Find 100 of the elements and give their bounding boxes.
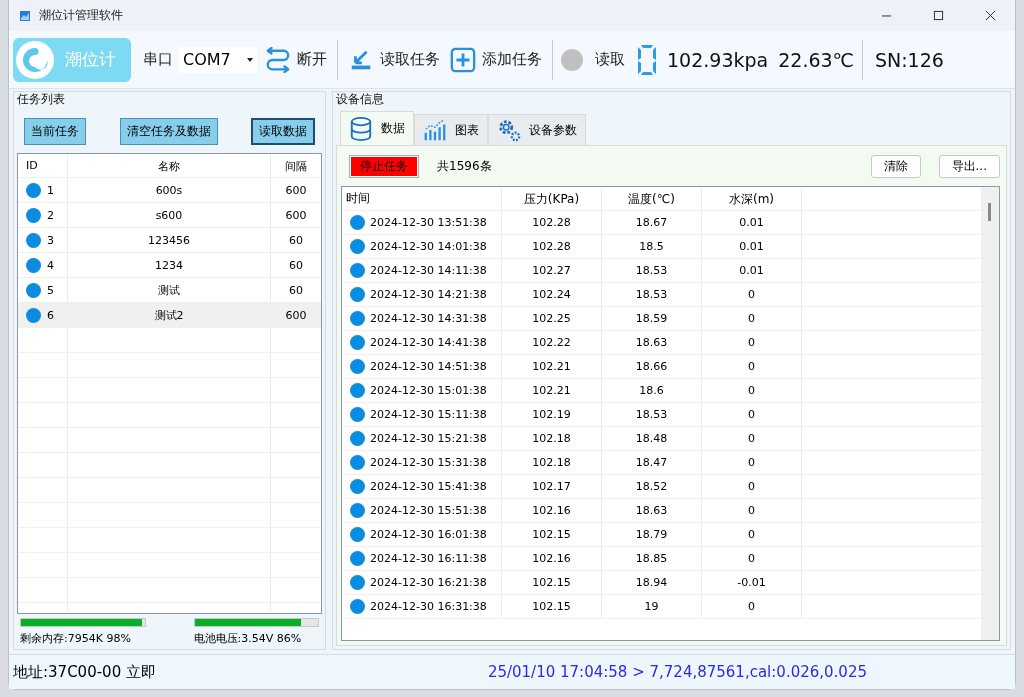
add-task-button[interactable]: 添加任务 bbox=[448, 46, 544, 73]
scrollbar[interactable] bbox=[981, 187, 999, 640]
task-action-button[interactable]: 当前任务 bbox=[24, 118, 86, 145]
port-label: 串口 bbox=[143, 50, 173, 69]
column-header[interactable]: 温度(℃) bbox=[602, 187, 702, 210]
status-dot-icon bbox=[350, 455, 365, 470]
table-cell: 18.67 bbox=[602, 211, 702, 234]
table-cell: 0 bbox=[702, 499, 802, 522]
table-cell: 18.94 bbox=[602, 571, 702, 594]
status-dot-icon bbox=[350, 527, 365, 542]
read-label: 读取 bbox=[595, 50, 625, 69]
table-cell: 18.59 bbox=[602, 307, 702, 330]
task-row[interactable]: 3 123456 60 bbox=[18, 228, 321, 253]
table-cell: 0.01 bbox=[702, 259, 802, 282]
logo-text: 潮位计 bbox=[65, 48, 116, 71]
status-dot-icon bbox=[26, 207, 41, 223]
status-dot-icon bbox=[350, 359, 365, 374]
table-cell: 102.17 bbox=[502, 475, 602, 498]
port-dropdown[interactable]: COM7 bbox=[179, 46, 257, 73]
status-dot-icon bbox=[350, 335, 365, 350]
table-cell: 102.28 bbox=[502, 211, 602, 234]
task-row[interactable]: 1 600s 600 bbox=[18, 178, 321, 203]
table-cell: 18.85 bbox=[602, 547, 702, 570]
table-cell: 18.5 bbox=[602, 235, 702, 258]
table-cell-text: 600 bbox=[284, 208, 308, 224]
clear-button[interactable]: 清除 bbox=[870, 154, 921, 178]
table-cell: 18.6 bbox=[602, 379, 702, 402]
read-tasks-button[interactable]: 读取任务 bbox=[346, 46, 442, 73]
table-cell: 2024-12-30 16:21:38 bbox=[370, 576, 487, 589]
table-cell: 18.53 bbox=[602, 403, 702, 426]
tab[interactable]: 图表 bbox=[414, 114, 488, 145]
status-indicator-icon bbox=[561, 48, 583, 71]
window-title: 潮位计管理软件 bbox=[39, 7, 123, 24]
status-dot-icon bbox=[26, 182, 41, 198]
group-title: 任务列表 bbox=[17, 91, 66, 108]
memory-label: 剩余内存:7954K 98% bbox=[20, 631, 132, 646]
status-dot-icon bbox=[350, 503, 365, 518]
battery-label: 电池电压:3.54V 86% bbox=[193, 631, 303, 646]
table-cell: 102.15 bbox=[502, 595, 602, 618]
group-title: 设备信息 bbox=[336, 91, 385, 108]
stop-task-button[interactable]: 停止任务 bbox=[349, 154, 419, 178]
serial-number: SN:126 bbox=[874, 48, 944, 71]
maximize-icon[interactable] bbox=[933, 10, 944, 21]
status-dot-icon bbox=[350, 383, 365, 398]
pressure-reading: 102.93kpa bbox=[667, 48, 769, 71]
table-cell: 102.18 bbox=[502, 427, 602, 450]
table-cell: 2024-12-30 14:31:38 bbox=[370, 312, 487, 325]
status-dot-icon bbox=[26, 307, 41, 323]
task-row[interactable]: 4 1234 60 bbox=[18, 253, 321, 278]
table-cell: 0 bbox=[702, 547, 802, 570]
column-header[interactable]: 时间 bbox=[342, 187, 502, 210]
task-row[interactable]: 2 s600 600 bbox=[18, 203, 321, 228]
status-dot-icon bbox=[350, 599, 365, 614]
table-cell: 2024-12-30 16:01:38 bbox=[370, 528, 487, 541]
table-cell: -0.01 bbox=[702, 571, 802, 594]
table-cell: 6 bbox=[47, 308, 54, 322]
wave-logo-icon bbox=[15, 39, 55, 80]
table-cell-text: 60 bbox=[288, 258, 304, 274]
task-action-button[interactable]: 清空任务及数据 bbox=[119, 118, 218, 145]
table-cell: 0 bbox=[702, 307, 802, 330]
swap-arrows-icon bbox=[265, 46, 291, 73]
table-cell: 2024-12-30 13:51:38 bbox=[370, 216, 487, 229]
status-dot-icon bbox=[350, 407, 365, 422]
column-header[interactable]: 压力(KPa) bbox=[502, 187, 602, 210]
column-header[interactable]: ID bbox=[18, 154, 68, 177]
table-cell: 2024-12-30 14:41:38 bbox=[370, 336, 487, 349]
table-cell: 123456 bbox=[68, 228, 271, 252]
table-cell: 102.16 bbox=[502, 547, 602, 570]
table-cell: 0 bbox=[702, 451, 802, 474]
close-icon[interactable] bbox=[985, 10, 996, 21]
status-dot-icon bbox=[26, 232, 41, 248]
table-cell: 0 bbox=[702, 283, 802, 306]
table-cell: 2024-12-30 14:11:38 bbox=[370, 264, 487, 277]
task-row[interactable]: 6 测试2 600 bbox=[18, 303, 321, 328]
column-header[interactable]: 水深(m) bbox=[702, 187, 802, 210]
table-cell: s600 bbox=[68, 203, 271, 227]
status-dot-icon bbox=[350, 239, 365, 254]
temperature-reading: 22.63℃ bbox=[778, 48, 854, 71]
column-header[interactable]: 间隔 bbox=[271, 154, 321, 177]
database-icon bbox=[349, 116, 373, 141]
table-cell: 测试2 bbox=[68, 303, 271, 327]
record-count: 共1596条 bbox=[437, 157, 492, 175]
table-cell-text: 60 bbox=[288, 233, 304, 249]
table-cell: 0 bbox=[702, 475, 802, 498]
column-header[interactable]: 名称 bbox=[68, 154, 271, 177]
disconnect-button[interactable]: 断开 bbox=[263, 46, 329, 73]
table-cell: 18.53 bbox=[602, 283, 702, 306]
table-cell: 18.63 bbox=[602, 331, 702, 354]
table-cell: 18.47 bbox=[602, 451, 702, 474]
table-cell: 2024-12-30 14:51:38 bbox=[370, 360, 487, 373]
tab[interactable]: 设备参数 bbox=[488, 114, 586, 145]
table-cell: 3 bbox=[47, 233, 54, 247]
export-button[interactable]: 导出... bbox=[938, 154, 1000, 178]
table-cell: 2024-12-30 14:01:38 bbox=[370, 240, 487, 253]
table-cell-text: 60 bbox=[288, 283, 304, 299]
table-cell: 102.16 bbox=[502, 499, 602, 522]
task-action-button[interactable]: 读取数据 bbox=[251, 118, 315, 145]
table-cell: 18.53 bbox=[602, 259, 702, 282]
table-cell: 2024-12-30 15:51:38 bbox=[370, 504, 487, 517]
tab[interactable]: 数据 bbox=[340, 111, 414, 145]
